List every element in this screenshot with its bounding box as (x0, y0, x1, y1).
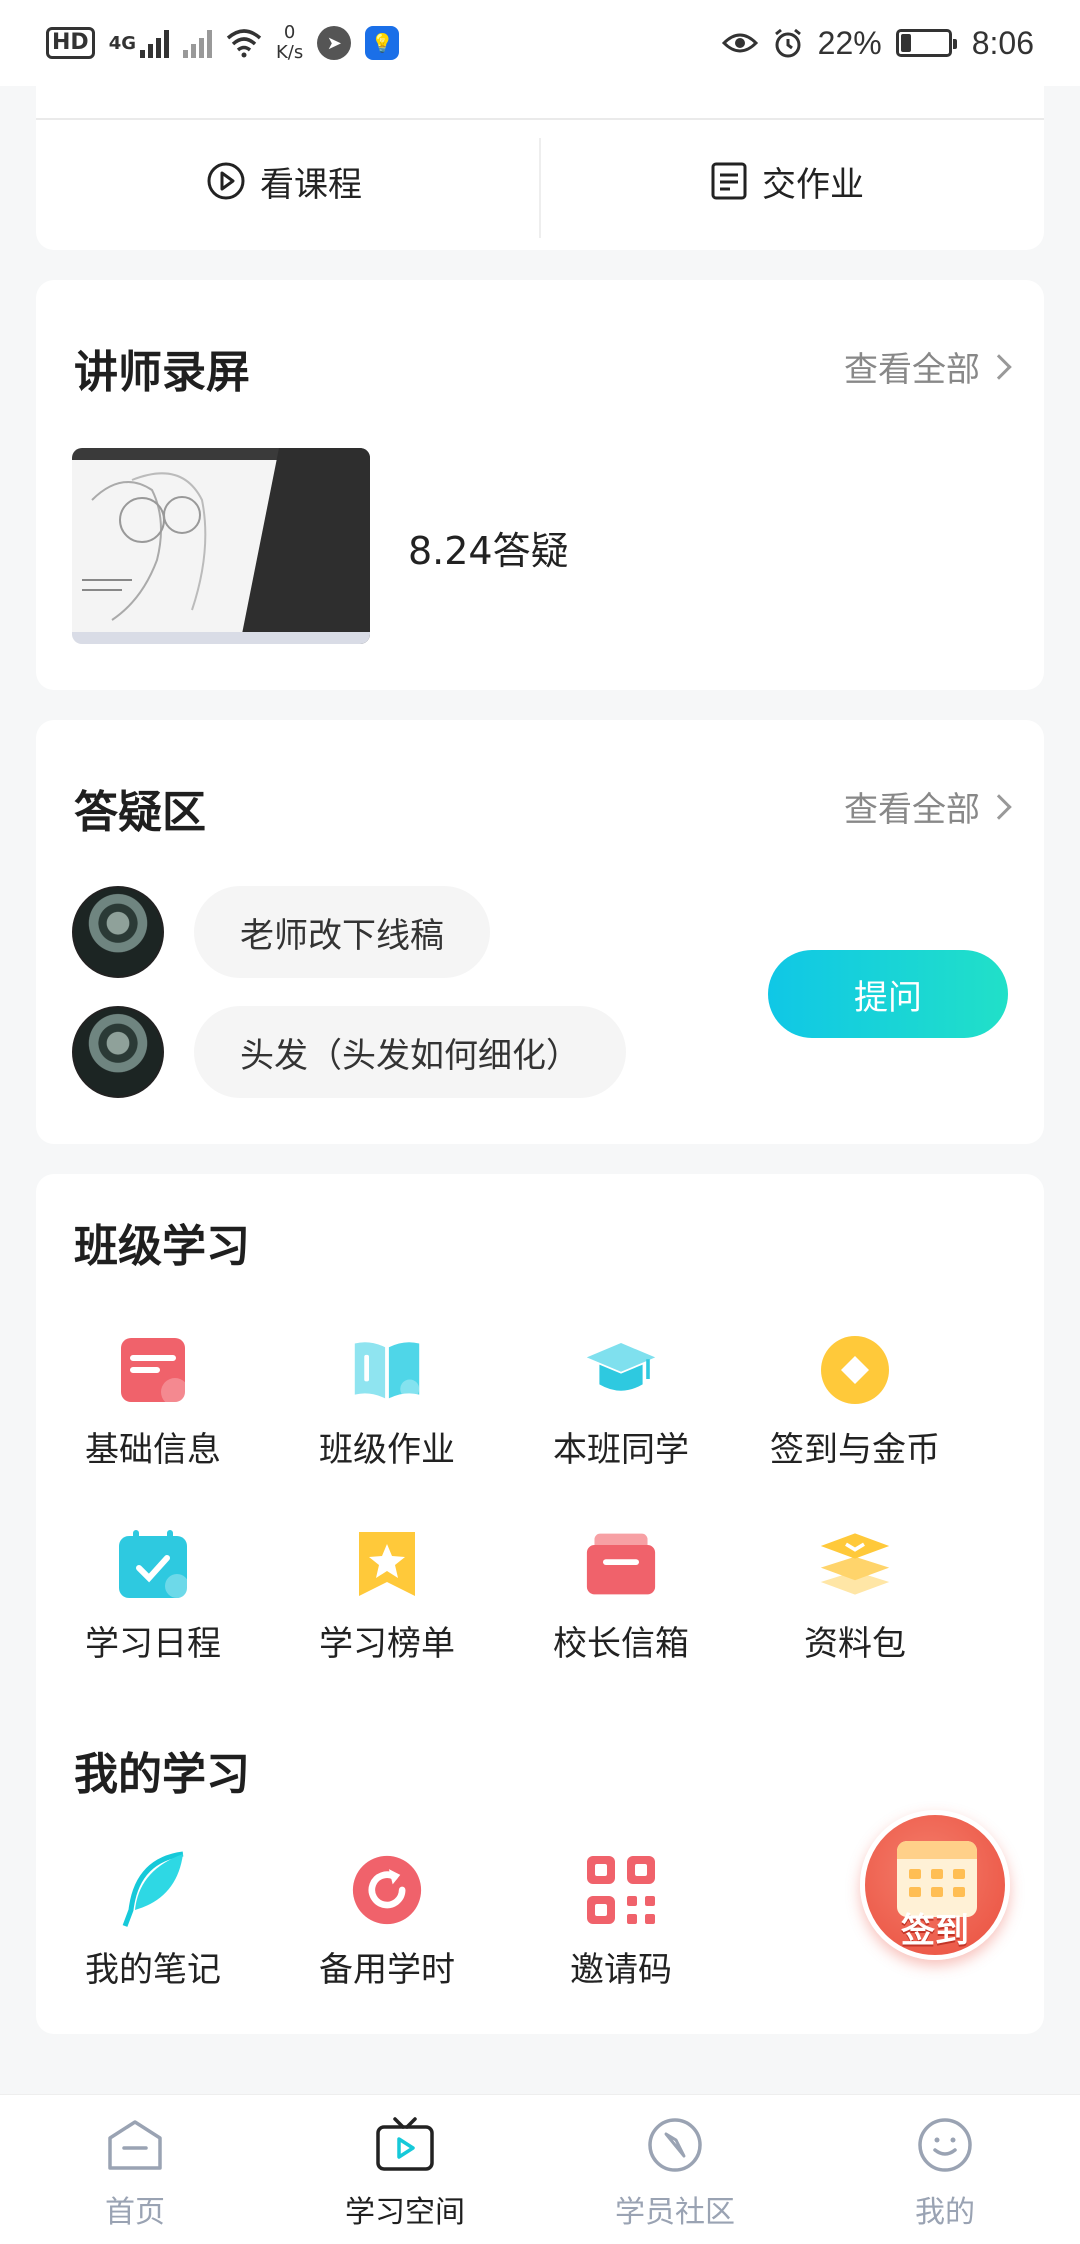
recordings-title: 讲师录屏 (74, 347, 250, 398)
tv-play-icon (375, 2115, 435, 2175)
grid-item-label: 备用学时 (319, 1950, 455, 1990)
sketch-drawing (82, 472, 207, 621)
grid-item-ranking[interactable]: 学习榜单 (270, 1528, 504, 1665)
submit-homework-label: 交作业 (762, 164, 864, 205)
question-bubble: 老师改下线稿 (194, 886, 490, 978)
document-icon (711, 162, 747, 200)
divider (36, 118, 1044, 120)
grid-item-label: 学习日程 (85, 1624, 221, 1664)
battery-icon (895, 29, 957, 57)
ask-question-button[interactable]: 提问 (768, 950, 1008, 1038)
qa-item[interactable]: 头发（头发如何细化） (72, 1006, 626, 1098)
grid-item-backup-hours[interactable]: 备用学时 (270, 1854, 504, 1991)
tab-study-space[interactable]: 学习空间 (315, 2115, 495, 2231)
tab-label: 学习空间 (345, 2195, 465, 2230)
recordings-see-all-link[interactable]: 查看全部 (844, 342, 1012, 391)
book-icon (351, 1334, 423, 1406)
smile-icon (915, 2115, 975, 2175)
grid-item-invite-code[interactable]: 邀请码 (504, 1854, 738, 1991)
eye-comfort-icon (721, 33, 758, 53)
question-bubble: 头发（头发如何细化） (194, 1006, 626, 1098)
alarm-icon (774, 28, 801, 58)
compass-icon (645, 2115, 705, 2175)
checkin-floating-button[interactable]: 签到 (860, 1810, 1010, 1960)
tab-label: 首页 (105, 2195, 165, 2230)
star-bookmark-icon (351, 1528, 423, 1600)
watch-course-label: 看课程 (260, 164, 362, 205)
my-study-title: 我的学习 (74, 1749, 250, 1800)
tab-mine[interactable]: 我的 (855, 2115, 1035, 2231)
grid-item-principal-mailbox[interactable]: 校长信箱 (504, 1528, 738, 1665)
recording-title[interactable]: 8.24答疑 (408, 520, 569, 575)
bottom-tab-bar: 首页 学习空间 学员社区 我的 (0, 2094, 1080, 2244)
grid-item-my-notes[interactable]: 我的笔记 (36, 1851, 270, 1991)
avatar (72, 1006, 164, 1098)
grid-item-label: 基础信息 (85, 1430, 221, 1470)
see-all-label: 查看全部 (844, 790, 980, 830)
qa-card: 答疑区 查看全部 老师改下线稿 头发（头发如何细化） 提问 (36, 720, 1044, 1144)
signal-no-service-icon (183, 28, 212, 58)
chevron-right-icon (986, 353, 1012, 380)
grid-item-label: 签到与金币 (770, 1430, 940, 1470)
network-type: 4G (108, 33, 136, 54)
grid-item-label: 我的笔记 (85, 1950, 221, 1990)
play-circle-icon (207, 162, 245, 200)
home-icon (105, 2115, 165, 2175)
graduation-cap-icon (585, 1334, 657, 1406)
qa-title: 答疑区 (74, 787, 206, 838)
qa-item[interactable]: 老师改下线稿 (72, 886, 490, 978)
avatar (72, 886, 164, 978)
grid-item-label: 本班同学 (553, 1430, 689, 1470)
tab-community[interactable]: 学员社区 (585, 2115, 765, 2231)
grid-item-label: 学习榜单 (319, 1624, 455, 1664)
grid-item-label: 校长信箱 (553, 1624, 689, 1664)
qr-code-icon (585, 1854, 657, 1926)
clock: 8:06 (971, 24, 1034, 61)
divider (539, 138, 541, 238)
grid-item-checkin-coins[interactable]: 签到与金币 (738, 1334, 972, 1471)
grid-item-basic-info[interactable]: 基础信息 (36, 1334, 270, 1471)
layers-icon (819, 1528, 891, 1600)
signal-icon (140, 28, 169, 58)
grid-item-materials[interactable]: 资料包 (738, 1528, 972, 1665)
chevron-right-icon (986, 793, 1012, 820)
class-study-title: 班级学习 (74, 1221, 250, 1272)
checkin-label: 签到 (901, 1911, 969, 1951)
mailbox-icon (585, 1528, 657, 1600)
wifi-icon (226, 29, 262, 58)
grid-item-schedule[interactable]: 学习日程 (36, 1528, 270, 1665)
grid-item-classmates[interactable]: 本班同学 (504, 1334, 738, 1471)
tab-home[interactable]: 首页 (45, 2115, 225, 2231)
quick-actions-card: 看课程 交作业 (36, 86, 1044, 250)
thumbnail-taskbar (72, 632, 370, 644)
see-all-label: 查看全部 (844, 350, 980, 390)
submit-homework-button[interactable]: 交作业 (710, 146, 864, 216)
tab-label: 学员社区 (615, 2195, 735, 2230)
battery-percent: 22% (817, 24, 882, 61)
watch-course-button[interactable]: 看课程 (206, 146, 362, 216)
tab-label: 我的 (915, 2195, 975, 2230)
network-speed: 0 K/s (276, 22, 304, 63)
qa-see-all-link[interactable]: 查看全部 (844, 782, 1012, 831)
grid-item-class-homework[interactable]: 班级作业 (270, 1334, 504, 1471)
grid-item-label: 班级作业 (319, 1430, 455, 1470)
refresh-icon (351, 1854, 423, 1926)
calendar-check-icon (117, 1528, 189, 1600)
app-notification-icon: ➤ (317, 26, 352, 60)
recordings-card: 讲师录屏 查看全部 8.24答疑 (36, 280, 1044, 690)
grid-item-label: 资料包 (804, 1624, 906, 1664)
feather-icon (117, 1851, 189, 1927)
info-card-icon (117, 1334, 189, 1406)
status-bar: HD 4G 0 K/s ➤ 💡 22% 8:06 (0, 0, 1080, 86)
grid-item-label: 邀请码 (570, 1950, 672, 1990)
coin-icon (819, 1334, 891, 1406)
hd-icon: HD (46, 27, 95, 59)
lightbulb-notification-icon: 💡 (365, 26, 400, 60)
recording-thumbnail[interactable] (72, 448, 370, 644)
